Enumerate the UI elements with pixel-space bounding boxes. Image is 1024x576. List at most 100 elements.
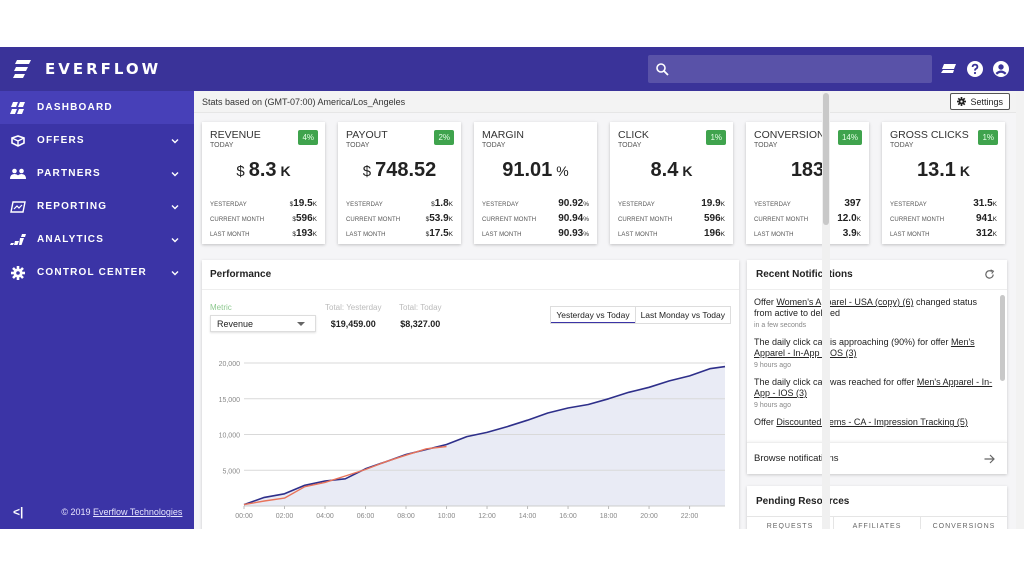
- change-badge: 1%: [706, 130, 726, 145]
- notification-prefix: Offer: [754, 417, 777, 427]
- history-value: 90.94%: [558, 213, 589, 224]
- history-label: LAST MONTH: [754, 232, 794, 238]
- total-yesterday-label: Total: Yesterday: [325, 303, 382, 312]
- kpi-card-conversion[interactable]: CONVERSION TODAY 14% 183 YESTERDAY 397 CUR…: [746, 122, 869, 244]
- history-row: YESTERDAY 90.92%: [482, 198, 589, 213]
- x-tick-label: 18:00: [600, 513, 618, 520]
- x-tick-label: 04:00: [316, 513, 334, 520]
- offer-link[interactable]: Women's Apparel - USA (copy) (6): [776, 297, 913, 307]
- history-value: 19.9K: [701, 198, 725, 209]
- change-badge: 1%: [978, 130, 998, 145]
- browse-notifications-button[interactable]: Browse notifications: [747, 442, 1007, 474]
- toggle-last-monday-vs-today[interactable]: Last Monday vs Today: [634, 307, 730, 323]
- y-tick-label: 20,000: [219, 361, 241, 368]
- history-value: 3.9K: [843, 228, 861, 239]
- total-yesterday-value: $19,459.00: [330, 319, 376, 329]
- metric-select[interactable]: Revenue: [210, 315, 316, 332]
- user-icon[interactable]: [992, 60, 1010, 78]
- sidebar-item-dashboard[interactable]: DASHBOARD: [0, 91, 194, 124]
- top-bar: [194, 47, 1024, 91]
- card-history: YESTERDAY 397 CURRENT MONTH 12.0K LAST M…: [754, 198, 861, 243]
- history-row: LAST MONTH 196K: [618, 228, 725, 243]
- notification-text: Offer Women's Apparel - USA (copy) (6) c…: [754, 297, 997, 319]
- history-value: 397: [844, 198, 861, 209]
- history-suffix: %: [583, 231, 589, 238]
- value-suffix: %: [556, 163, 569, 179]
- kpi-card-payout[interactable]: PAYOUT TODAY 2% $748.52 YESTERDAY $1.8K CU…: [338, 122, 461, 244]
- arrow-right-icon: [984, 454, 995, 463]
- sidebar-item-reporting[interactable]: REPORTING: [0, 190, 194, 223]
- settings-button[interactable]: Settings: [950, 93, 1010, 110]
- x-tick-label: 10:00: [438, 513, 456, 520]
- partners-icon: [9, 167, 27, 181]
- history-number: 312: [975, 228, 993, 239]
- notification-item: The daily click cap is approaching (90%)…: [754, 337, 997, 369]
- offer-link[interactable]: Discounted Items - CA - Impression Track…: [776, 417, 968, 427]
- history-value: 90.92%: [558, 198, 589, 209]
- history-row: YESTERDAY $1.8K: [346, 198, 453, 213]
- sidebar-item-label: PARTNERS: [37, 168, 101, 179]
- x-tick-label: 16:00: [559, 513, 577, 520]
- history-label: YESTERDAY: [618, 202, 655, 208]
- main-scrollbar-thumb[interactable]: [823, 93, 829, 225]
- performance-chart: 5,000 10,000 15,000 20,000 00:00 02:00 04:00 06…: [219, 361, 726, 520]
- history-label: YESTERDAY: [754, 202, 791, 208]
- card-title: MARGIN: [482, 129, 524, 141]
- notification-item: Offer Women's Apparel - USA (copy) (6) c…: [754, 297, 997, 329]
- help-icon[interactable]: [966, 60, 984, 78]
- history-suffix: K: [992, 216, 997, 223]
- sidebar-item-analytics[interactable]: ANALYTICS: [0, 223, 194, 256]
- card-history: YESTERDAY $1.8K CURRENT MONTH $53.9K LAS…: [346, 198, 453, 243]
- history-number: 31.5: [973, 198, 993, 209]
- notifications-scrollbar[interactable]: [1000, 295, 1005, 381]
- history-label: LAST MONTH: [482, 232, 522, 238]
- gear-icon: [9, 265, 27, 280]
- brand-name: EVERFLOW: [45, 60, 162, 78]
- x-tick-label: 14:00: [519, 513, 537, 520]
- history-suffix: K: [992, 201, 997, 208]
- sidebar-item-offers[interactable]: OFFERS: [0, 124, 194, 157]
- collapse-sidebar-button[interactable]: <|: [13, 505, 23, 519]
- everflow-logo-icon: [13, 60, 31, 78]
- pending-col-requests[interactable]: REQUESTS: [747, 517, 834, 529]
- history-suffix: K: [856, 231, 861, 238]
- history-label: LAST MONTH: [618, 232, 658, 238]
- dashboard-icon: [9, 101, 27, 115]
- kpi-card-click[interactable]: CLICK TODAY 1% 8.4 K YESTERDAY 19.9K CURREN…: [610, 122, 733, 244]
- history-value: 12.0K: [837, 213, 861, 224]
- history-value: 941K: [976, 213, 997, 224]
- pending-col-affiliates[interactable]: AFFILIATES: [834, 517, 921, 529]
- messages-icon[interactable]: [940, 60, 958, 78]
- sidebar-item-label: OFFERS: [37, 135, 85, 146]
- sidebar-item-label: ANALYTICS: [37, 234, 105, 245]
- value-number: 8.4: [650, 159, 679, 181]
- refresh-icon[interactable]: [984, 269, 995, 280]
- change-badge: 4%: [298, 130, 318, 145]
- sidebar-item-partners[interactable]: PARTNERS: [0, 157, 194, 190]
- notifications-title: Recent Notifications: [756, 269, 853, 280]
- y-tick-label: 5,000: [222, 468, 240, 475]
- notification-time: 9 hours ago: [754, 362, 791, 369]
- total-today-value: $8,327.00: [400, 319, 441, 329]
- card-main-value: $748.52: [346, 159, 453, 185]
- toggle-yesterday-vs-today[interactable]: Yesterday vs Today: [551, 307, 635, 323]
- brand[interactable]: EVERFLOW: [0, 47, 194, 91]
- history-value: $596K: [292, 213, 317, 224]
- kpi-card-revenue[interactable]: REVENUE TODAY 4% $8.3 K YESTERDAY $19.5K CU…: [202, 122, 325, 244]
- search-box[interactable]: [648, 55, 932, 83]
- change-badge: 14%: [837, 130, 862, 145]
- card-main-value: 8.4 K: [618, 159, 725, 185]
- history-label: LAST MONTH: [210, 232, 250, 238]
- pending-col-conversions[interactable]: CONVERSIONS: [921, 517, 1007, 529]
- sidebar-item-control-center[interactable]: CONTROL CENTER: [0, 256, 194, 289]
- kpi-card-margin[interactable]: MARGIN TODAY 91.01% YESTERDAY 90.92% CURR…: [474, 122, 597, 244]
- history-suffix: K: [720, 231, 725, 238]
- history-label: CURRENT MONTH: [890, 217, 945, 223]
- y-tick-label: 15,000: [219, 397, 241, 404]
- history-row: CURRENT MONTH 941K: [890, 213, 997, 228]
- everflow-technologies-link[interactable]: Everflow Technologies: [93, 507, 182, 517]
- chevron-down-icon: [171, 270, 179, 275]
- kpi-card-gross-clicks[interactable]: GROSS CLICKS TODAY 1% 13.1 K YESTERDAY 31.5…: [882, 122, 1005, 244]
- search-input[interactable]: [675, 62, 932, 76]
- sidebar-nav: DASHBOARD OFFERS PARTNERS REPORTING ANAL…: [0, 91, 194, 289]
